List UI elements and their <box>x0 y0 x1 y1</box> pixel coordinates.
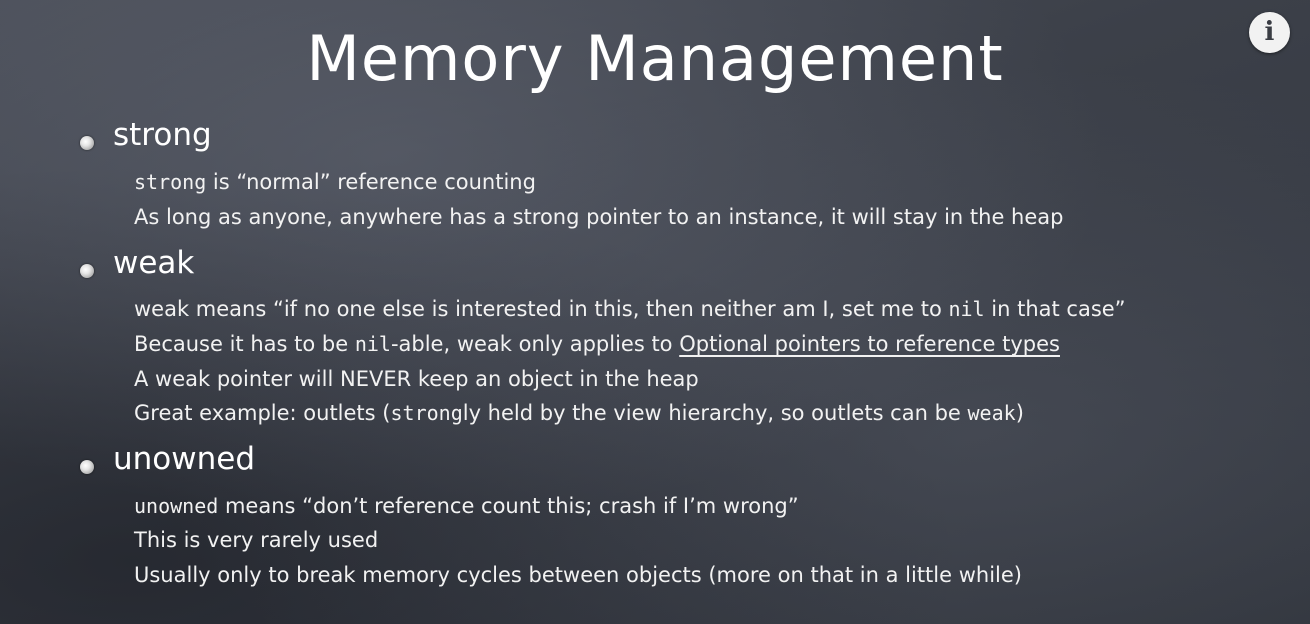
unowned-line-2: This is very rarely used <box>134 528 379 552</box>
section-heading-weak: weak <box>113 245 195 281</box>
code-weak: weak <box>967 401 1016 425</box>
bullet-icon <box>80 460 94 474</box>
code-nil: nil <box>948 297 985 321</box>
unowned-line-1: unowned means “don’t reference count thi… <box>134 494 799 518</box>
unowned-line-3: Usually only to break memory cycles betw… <box>134 563 1022 587</box>
strong-line-1: strong is “normal” reference counting <box>134 170 536 194</box>
code-unowned: unowned <box>134 494 219 518</box>
bullet-icon <box>80 264 94 278</box>
slide: Memory Management i strong strong is “no… <box>0 0 1310 624</box>
strong-line-2: As long as anyone, anywhere has a strong… <box>134 205 1064 229</box>
text-fragment: weak means “if no one else is interested… <box>134 297 949 321</box>
weak-line-3: A weak pointer will NEVER keep an object… <box>134 367 699 391</box>
section-heading-unowned: unowned <box>113 441 256 477</box>
text-fragment: Great example: outlets ( <box>134 401 391 425</box>
code-strong: strong <box>390 401 463 425</box>
weak-line-2: Because it has to be nil-able, weak only… <box>134 332 1060 356</box>
code-strong: strong <box>134 170 207 194</box>
text-fragment: ) <box>1015 401 1024 425</box>
text-fragment: ly held by the view hierarchy, so outlet… <box>462 401 968 425</box>
code-nil: nil <box>354 332 391 356</box>
text-fragment: Because it has to be <box>134 332 355 356</box>
info-icon[interactable]: i <box>1249 12 1290 53</box>
weak-line-1: weak means “if no one else is interested… <box>134 297 1126 321</box>
text-fragment: is “normal” reference counting <box>206 170 536 194</box>
weak-line-4: Great example: outlets (strongly held by… <box>134 401 1024 425</box>
text-fragment: in that case” <box>984 297 1126 321</box>
underlined-text: Optional pointers to reference types <box>679 332 1060 356</box>
section-heading-strong: strong <box>113 117 212 153</box>
bullet-icon <box>80 136 94 150</box>
slide-title: Memory Management <box>306 22 1004 95</box>
text-fragment: -able, weak only applies to <box>390 332 680 356</box>
text-fragment: means “don’t reference count this; crash… <box>218 494 799 518</box>
